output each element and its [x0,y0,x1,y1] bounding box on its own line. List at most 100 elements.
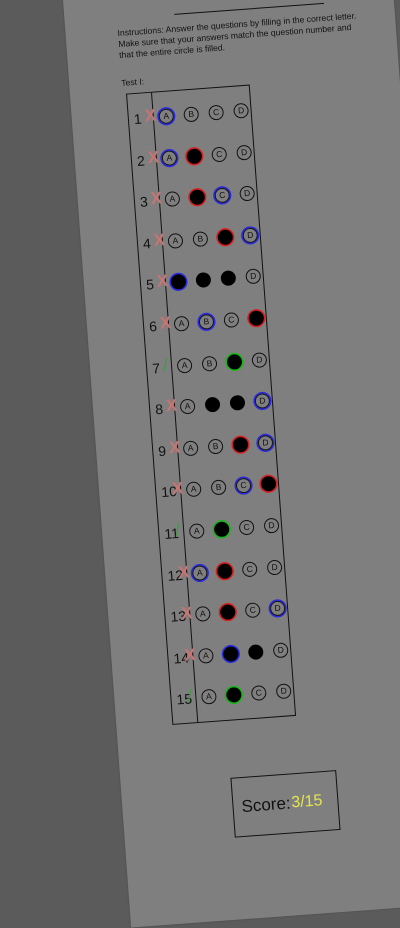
bubble-c: C [238,519,255,536]
bubble-a: A [164,191,181,208]
bubble-a: A [191,564,208,581]
bubble-b: B [198,313,215,330]
bubble-d: D [257,434,274,451]
question-number: 4 [142,235,152,252]
bubble-b: B [186,147,203,164]
bubble-a: A [179,398,196,415]
bubble-d: D [245,268,262,285]
bubble-c: C [241,560,258,577]
bubble-a: A [176,357,193,374]
bubble-b: B [207,438,224,455]
question-number: 7 [151,359,161,377]
bubble-a: A [188,523,205,540]
correct-mark: / [186,686,193,707]
bubble-d: D [272,642,289,659]
question-row: 5XABCD [140,260,264,305]
bubble-a: A [173,315,190,332]
question-number: 1 [133,110,143,128]
bubble-c: C [214,187,231,204]
wrong-mark: X [168,437,182,458]
correct-mark: / [162,354,169,375]
score-value: 3/15 [290,792,324,812]
score-box: Score: 3/15 [230,770,341,838]
bubble-a: A [170,274,187,291]
instructions-text: Instructions: Answer the questions by fi… [117,10,357,61]
question-row: 13 X A B C D [164,591,288,636]
bubble-c: C [208,104,225,121]
question-row: 3XABCD [134,177,258,222]
wrong-mark: X [177,561,191,582]
bubble-d: D [263,517,280,534]
bubble-d: D [269,600,286,617]
section-blank-line [174,2,324,15]
bubble-d: D [275,683,292,700]
question-number: 3 [139,193,149,211]
bubble-b: B [222,645,239,662]
bubble-c: C [211,146,228,163]
question-row: 1XABCD [128,94,252,139]
bubble-b: B [192,230,209,247]
question-row: 12 X A B C D [161,550,285,595]
bubble-a: A [185,481,202,498]
wrong-mark: X [153,229,166,250]
bubble-c: C [232,436,249,453]
question-row: 7/ A B C D [146,343,270,388]
bubble-d: D [248,310,265,327]
wrong-mark: X [183,644,197,665]
bubble-a: A [194,606,211,623]
bubble-b: B [201,355,218,372]
bubble-c: C [226,353,243,370]
bubble-d: D [266,559,283,576]
question-number: 6 [148,318,158,335]
question-rows: 1 X A B C D 2 X A B C D 3 X A B C D 4 X A B C D 5 X A B C D 6 X A B C D 7/A B… [127,86,292,708]
bubble-c: C [244,602,261,619]
bubble-b: B [183,106,200,123]
bubble-b: B [213,521,230,538]
wrong-mark: X [171,478,185,499]
bubble-b: B [204,396,221,413]
wrong-mark: X [144,105,157,126]
wrong-mark: X [180,603,194,624]
wrong-mark: X [159,312,172,333]
answer-grid: 1 X A B C D 2 X A B C D 3 X A B C D 4 X A B C D 5 X A B C D 6 X A B C D 7/A B… [126,84,297,725]
bubble-b: B [210,479,227,496]
wrong-mark: X [165,395,179,416]
bubble-c: C [247,643,264,660]
wrong-mark: X [150,188,163,209]
bubble-c: C [223,311,240,329]
bubble-a: A [200,689,217,706]
bubble-b: B [216,562,233,579]
bubble-b: B [195,272,212,289]
bubble-a: A [167,232,184,249]
bubble-c: C [217,229,234,246]
bubble-b: B [219,604,236,621]
bubble-a: A [182,440,199,457]
bubble-b: B [225,687,242,704]
bubble-d: D [254,393,271,410]
question-row: 2XABCD [131,135,255,180]
bubble-c: C [229,394,246,412]
bubble-d: D [260,476,277,493]
question-row: 10 X A B C D [155,467,279,512]
bubble-d: D [236,144,253,161]
question-number: 2 [136,152,146,169]
bubble-d: D [233,102,250,119]
score-label: Score: [240,793,292,817]
bubble-a: A [161,149,178,166]
answer-sheet: Instructions: Answer the questions by fi… [63,0,400,928]
bubble-b: B [189,189,206,206]
question-row: 11/A B C D [158,508,282,553]
question-number: 5 [145,276,155,294]
bubble-c: C [220,270,237,287]
bubble-d: D [242,227,259,244]
question-row: 6XABCD [143,301,267,346]
question-number: 9 [157,442,167,460]
bubble-d: D [251,351,268,368]
question-number: 8 [154,400,164,418]
bubble-c: C [250,685,267,702]
question-row: 9XABCD [152,426,276,471]
test-label: Test I: [120,76,145,88]
wrong-mark: X [147,147,160,167]
question-row: 8XABCD [149,384,273,429]
wrong-mark: X [156,271,169,292]
